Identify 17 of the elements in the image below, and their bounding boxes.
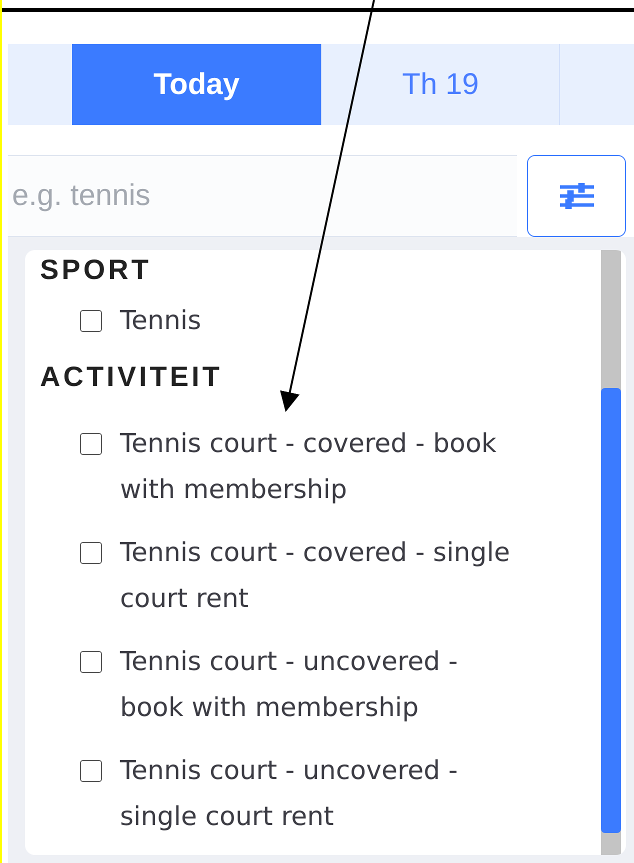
option-label[interactable]: Tennis court - uncovered - book with membership bbox=[120, 639, 520, 731]
option-label[interactable]: Tennis court - uncovered - single court rent bbox=[120, 748, 520, 840]
checkbox[interactable] bbox=[80, 651, 102, 673]
checkbox[interactable] bbox=[80, 760, 102, 782]
search-field[interactable]: e.g. tennis bbox=[8, 155, 517, 237]
filter-button[interactable] bbox=[527, 155, 626, 237]
group-heading: SPORT bbox=[40, 254, 152, 286]
checkbox[interactable] bbox=[80, 310, 102, 332]
checkbox[interactable] bbox=[80, 433, 102, 455]
date-tab[interactable]: Today bbox=[72, 44, 322, 125]
option-label[interactable]: Tennis bbox=[120, 298, 202, 344]
scrollbar[interactable] bbox=[601, 250, 621, 855]
sliders-icon bbox=[560, 183, 594, 209]
group-heading: ACTIVITEIT bbox=[40, 361, 224, 393]
option-label[interactable]: Tennis court - covered - book with membership bbox=[120, 421, 520, 513]
option-label[interactable]: Tennis court - covered - single court rent bbox=[120, 530, 520, 622]
checkbox[interactable] bbox=[80, 542, 102, 564]
